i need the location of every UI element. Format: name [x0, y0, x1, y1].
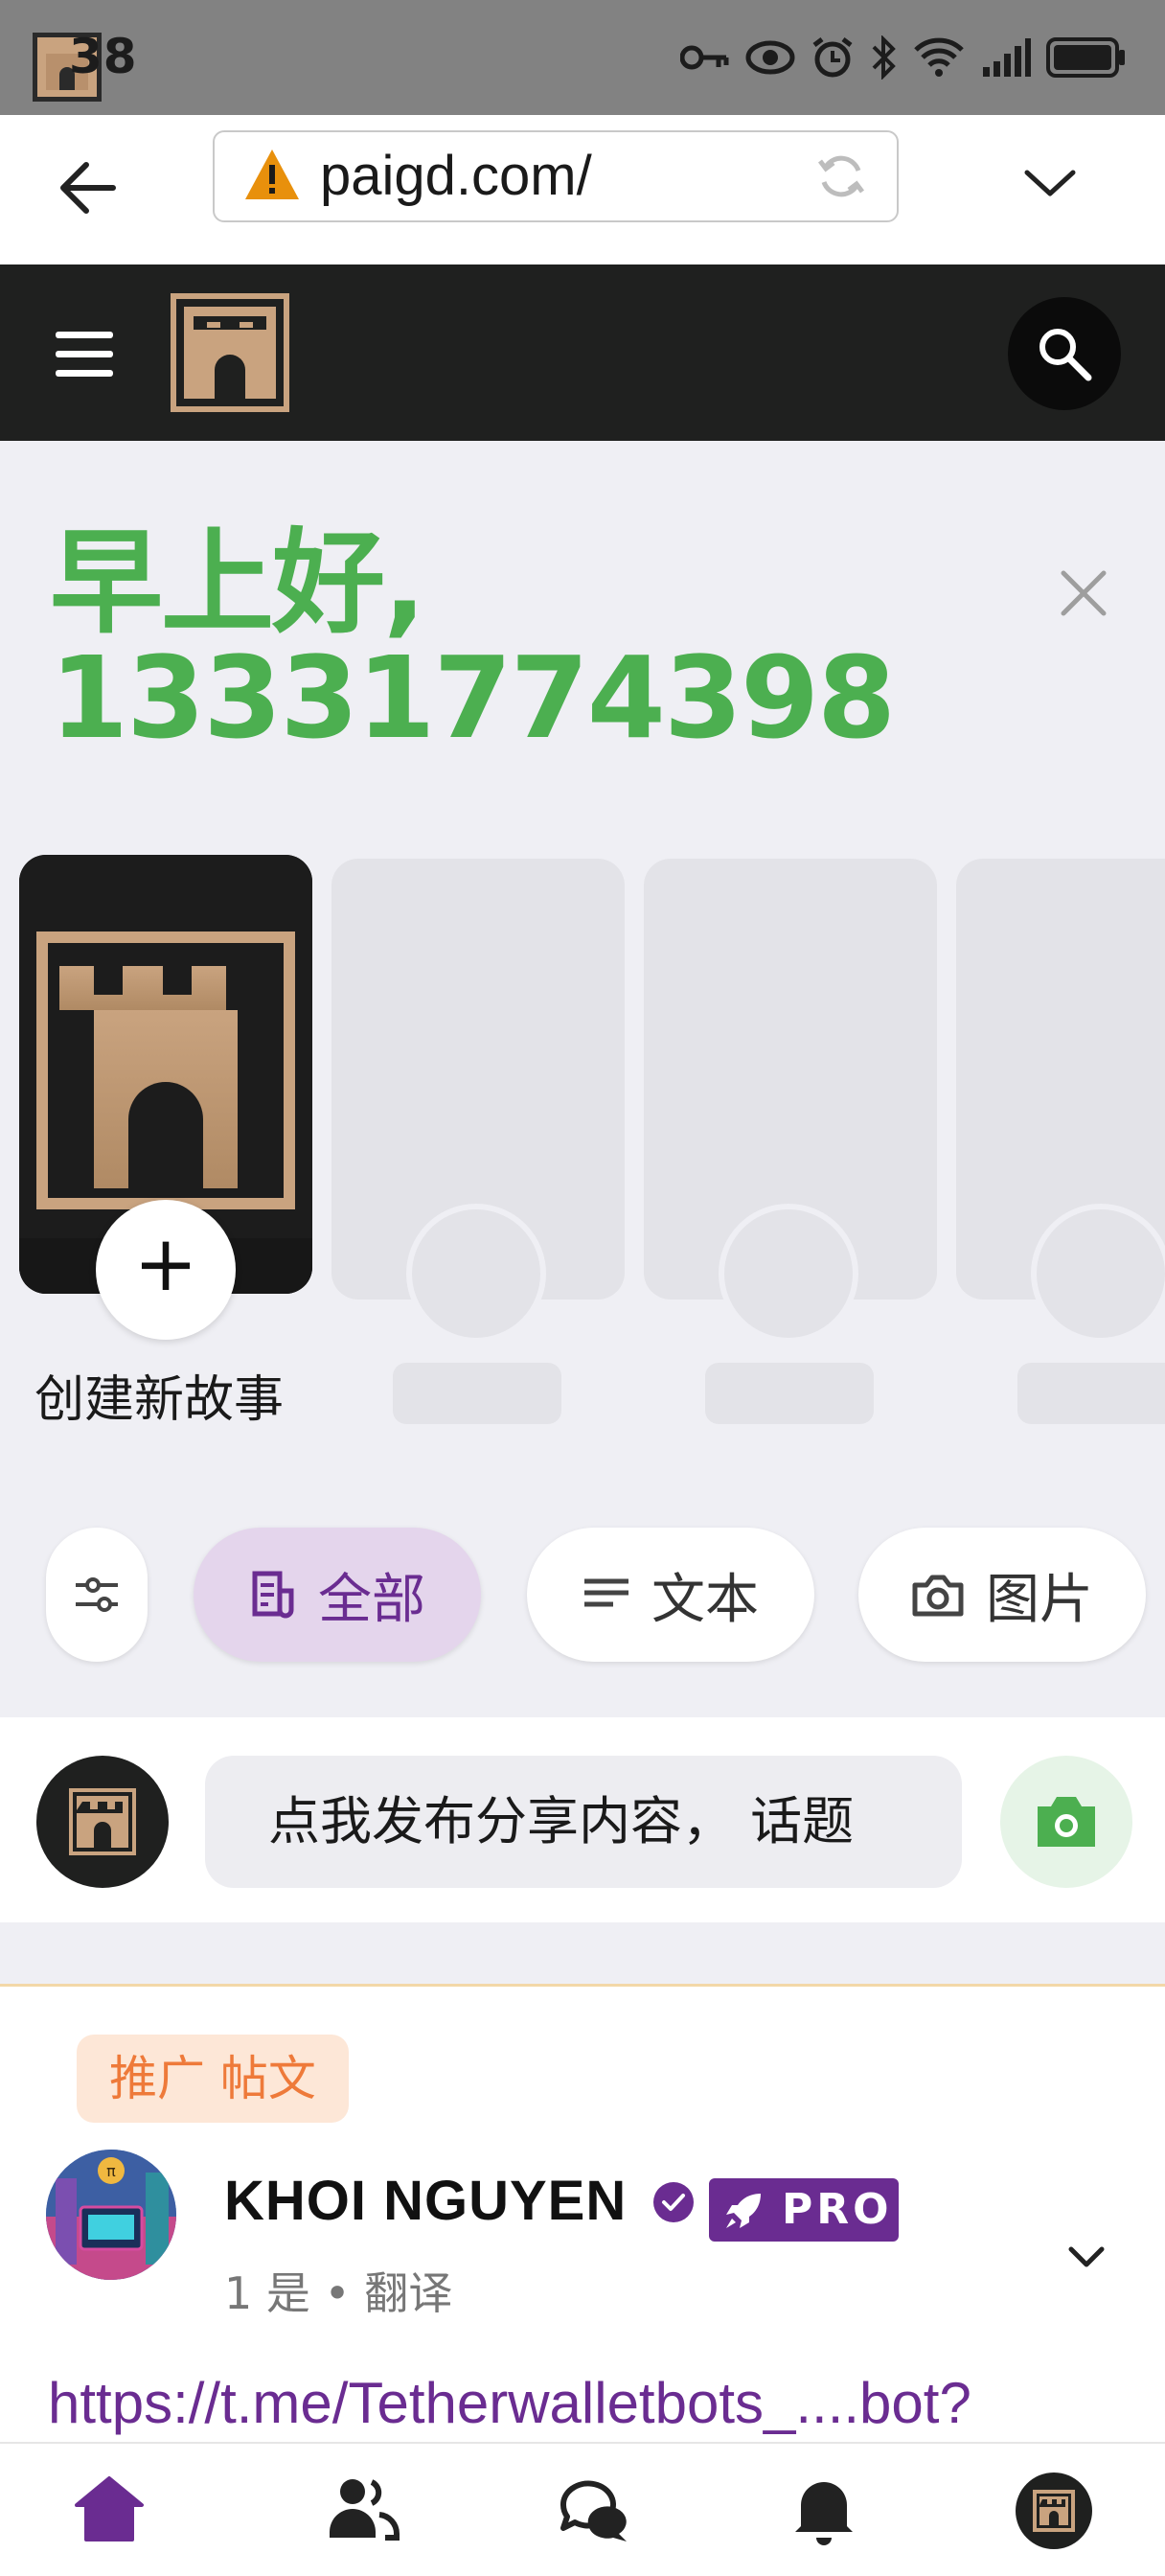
- greeting-line: 早上好,: [50, 517, 426, 649]
- filter-settings-button[interactable]: [46, 1528, 148, 1662]
- reload-icon[interactable]: [814, 150, 868, 203]
- site-header: [0, 264, 1165, 441]
- camera-icon: [912, 1575, 964, 1617]
- svg-text:π: π: [106, 2162, 116, 2180]
- wifi-icon: [914, 37, 964, 77]
- post-meta[interactable]: 1 是 • 翻译: [224, 2259, 452, 2322]
- story-label-placeholder: [393, 1363, 561, 1424]
- camera-icon[interactable]: [1034, 1791, 1099, 1851]
- nav-chat[interactable]: [556, 2471, 632, 2547]
- post-composer: 点我发布分享内容， 话题: [0, 1717, 1165, 1922]
- chevron-down-icon[interactable]: [1065, 2236, 1108, 2278]
- verified-icon: [653, 2182, 694, 2222]
- bell-icon[interactable]: [786, 2471, 862, 2547]
- composer-input[interactable]: 点我发布分享内容， 话题: [205, 1756, 962, 1888]
- post-link[interactable]: https://t.me/Tetherwalletbots_....bot?: [48, 2370, 971, 2436]
- friends-icon[interactable]: [326, 2471, 402, 2547]
- menu-icon[interactable]: [56, 332, 115, 378]
- sliders-icon[interactable]: [70, 1568, 124, 1622]
- status-bar: 38: [0, 0, 1165, 115]
- pro-badge: PRO: [709, 2178, 899, 2242]
- story-avatar-placeholder: [719, 1204, 858, 1344]
- alarm-icon: [812, 37, 853, 78]
- rocket-icon: [726, 2194, 761, 2228]
- post-card: 推广 帖文 π KHOI NGUYEN PRO 1 是 • 翻译 https:/…: [0, 1984, 1165, 2463]
- greeting-username: 13331774398: [50, 632, 896, 764]
- close-icon[interactable]: [1060, 569, 1108, 617]
- author-avatar-image: π: [46, 2150, 176, 2280]
- chat-icon[interactable]: [556, 2471, 632, 2547]
- eye-icon: [745, 40, 795, 75]
- document-icon: [252, 1571, 294, 1619]
- story-avatar-placeholder: [406, 1204, 546, 1344]
- key-icon: [680, 45, 729, 70]
- author-name[interactable]: KHOI NGUYEN: [224, 2169, 627, 2233]
- status-icons: [680, 29, 1127, 86]
- chevron-down-icon[interactable]: [1021, 153, 1079, 211]
- composer-camera-button[interactable]: [1000, 1756, 1132, 1888]
- add-story-button[interactable]: +: [96, 1200, 236, 1340]
- user-avatar-logo: [69, 1788, 136, 1855]
- bluetooth-icon: [872, 35, 896, 80]
- nav-profile-avatar[interactable]: [1016, 2472, 1092, 2549]
- chip-text-label: 文本: [651, 1568, 759, 1631]
- bottom-nav: [0, 2442, 1165, 2576]
- create-story-label[interactable]: 创建新故事: [34, 1359, 284, 1431]
- plus-icon[interactable]: +: [96, 1221, 236, 1307]
- profile-avatar-icon[interactable]: [1016, 2472, 1092, 2549]
- nav-home[interactable]: [71, 2471, 148, 2547]
- chip-images[interactable]: 图片: [858, 1528, 1146, 1662]
- nav-notifications[interactable]: [786, 2471, 862, 2547]
- chip-all-label: 全部: [318, 1568, 425, 1631]
- greeting: 早上好, 13331774398: [50, 517, 896, 764]
- search-button[interactable]: [1008, 297, 1121, 410]
- avatar[interactable]: [36, 1756, 169, 1888]
- back-arrow-icon[interactable]: [54, 153, 123, 222]
- chip-all[interactable]: 全部: [194, 1528, 481, 1662]
- text-lines-icon: [584, 1578, 628, 1607]
- story-label-placeholder: [1017, 1363, 1165, 1424]
- story-avatar-placeholder: [1031, 1204, 1165, 1344]
- battery-icon: [1046, 37, 1125, 78]
- url-text[interactable]: paigd.com/: [320, 144, 592, 208]
- promoted-badge: 推广 帖文: [77, 2035, 349, 2123]
- status-time: 38: [69, 29, 138, 84]
- warning-icon[interactable]: [243, 148, 301, 201]
- story-label-placeholder: [705, 1363, 874, 1424]
- site-logo[interactable]: [171, 293, 289, 412]
- chip-images-label: 图片: [986, 1568, 1093, 1631]
- avatar[interactable]: π: [46, 2150, 176, 2280]
- chip-text[interactable]: 文本: [527, 1528, 814, 1662]
- search-icon[interactable]: [1037, 326, 1092, 381]
- nav-friends[interactable]: [326, 2471, 402, 2547]
- address-bar[interactable]: paigd.com/: [213, 130, 899, 222]
- pro-label: PRO: [782, 2185, 893, 2234]
- browser-toolbar: paigd.com/: [0, 115, 1165, 264]
- signal-icon: [983, 38, 1031, 77]
- home-icon[interactable]: [71, 2471, 148, 2547]
